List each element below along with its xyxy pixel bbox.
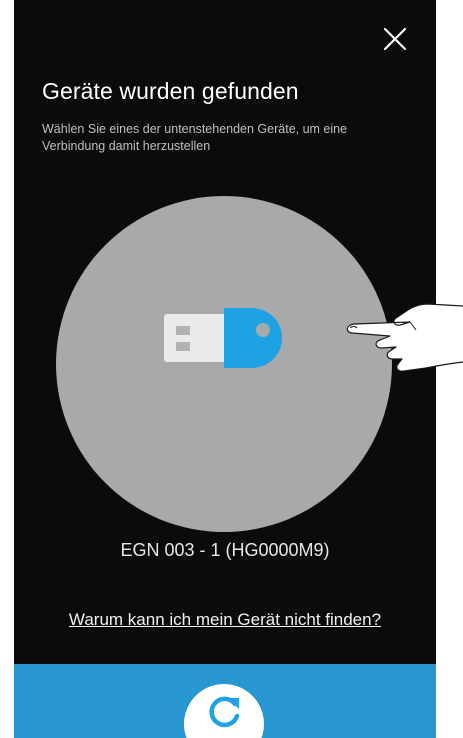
refresh-icon	[209, 696, 240, 728]
stage: Geräte wurden gefunden Wählen Sie eines …	[0, 0, 463, 738]
close-button[interactable]	[380, 24, 410, 54]
page-subtitle: Wählen Sie eines der untenstehenden Gerä…	[42, 122, 348, 153]
bottom-bar	[14, 664, 436, 738]
usb-key-icon	[164, 308, 282, 368]
close-icon	[383, 27, 407, 51]
pointing-hand-icon	[346, 303, 463, 372]
help-link[interactable]: Warum kann ich mein Gerät nicht finden?	[14, 610, 436, 630]
refresh-button[interactable]	[184, 684, 264, 738]
page-title: Geräte wurden gefunden	[42, 78, 299, 104]
device-name[interactable]: EGN 003 - 1 (HG0000M9)	[14, 540, 436, 561]
